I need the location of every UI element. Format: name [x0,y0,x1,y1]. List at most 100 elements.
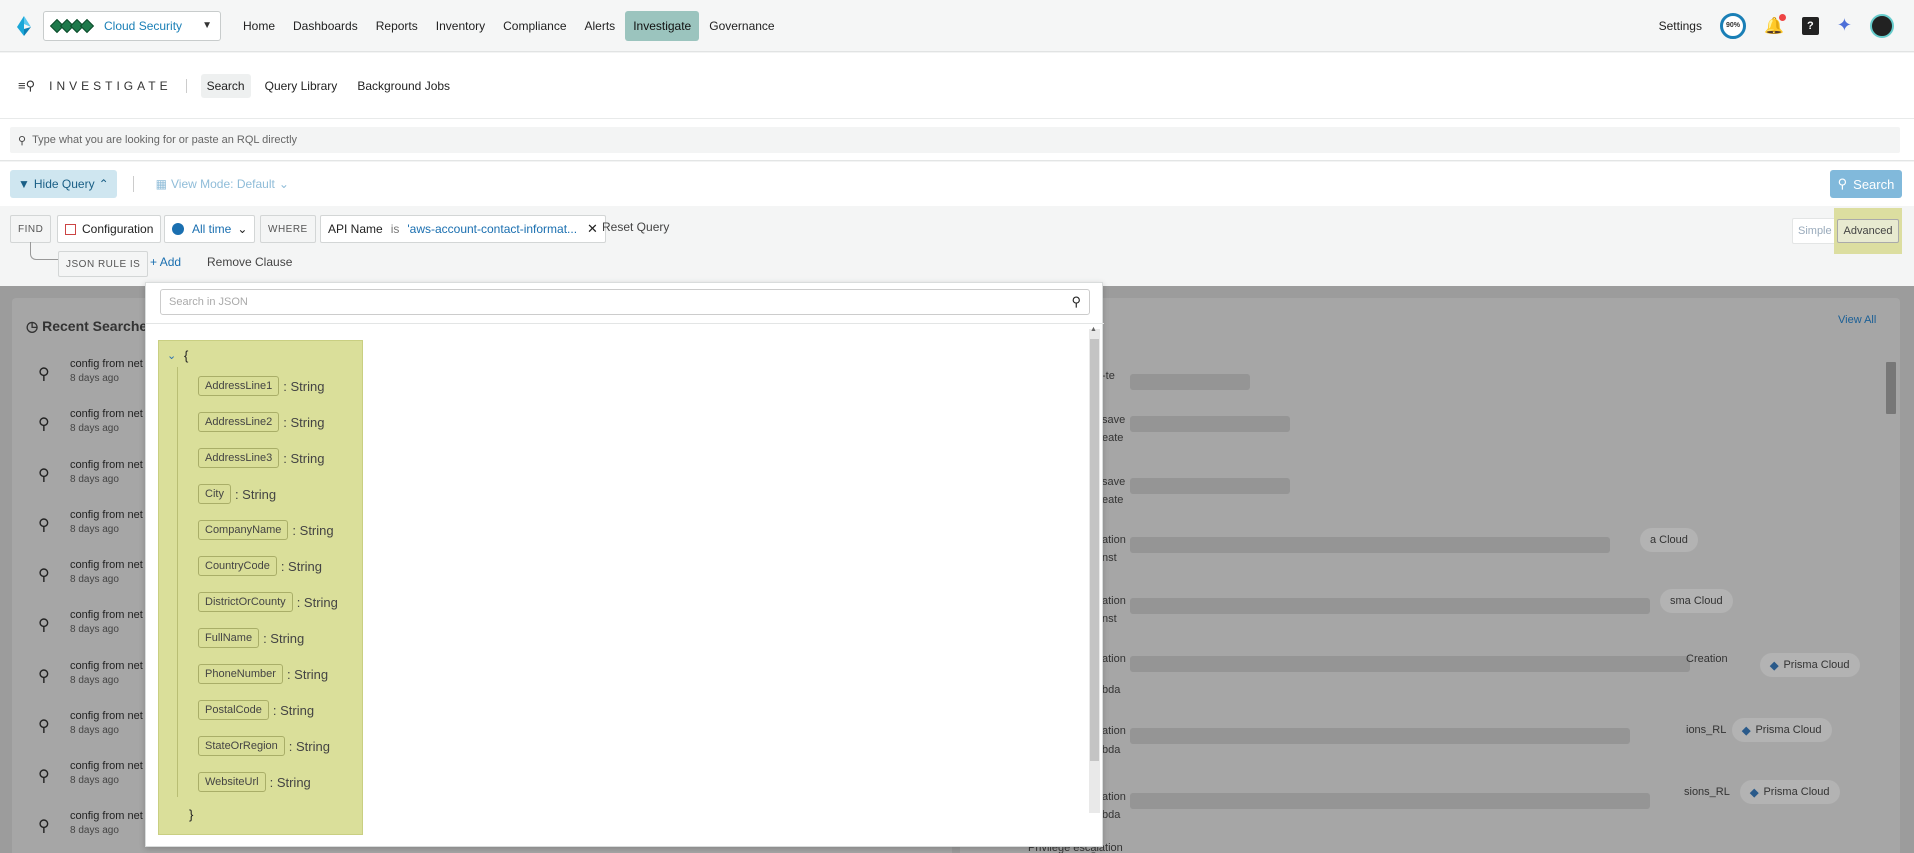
api-name-filter-chip[interactable]: API Name is 'aws-account-contact-informa… [320,215,606,243]
sparkle-icon[interactable]: ✦ [1837,15,1852,36]
view-all-link[interactable]: View All [1838,314,1876,326]
json-field-key[interactable]: AddressLine3 [198,448,280,468]
blurred-row [1130,598,1650,614]
search-button[interactable]: ⚲ Search [1830,170,1902,198]
list-item[interactable]: ⚲ config from net 8 days ago [30,559,150,599]
prisma-logo-icon: ◆ [1770,659,1779,672]
scrollbar[interactable] [1886,362,1896,414]
nav-home[interactable]: Home [235,11,283,41]
json-field-key[interactable]: CompanyName [198,520,289,540]
json-field-type: : String [272,702,315,718]
simple-mode-button[interactable]: Simple [1792,218,1838,244]
nav-compliance[interactable]: Compliance [495,11,574,41]
json-field[interactable]: PostalCode: String [198,692,314,728]
tab-query-library[interactable]: Query Library [259,74,344,98]
tab-search[interactable]: Search [200,73,251,98]
nav-reports[interactable]: Reports [368,11,426,41]
json-field[interactable]: AddressLine3: String [198,440,324,476]
list-item[interactable]: ⚲ config from net 8 days ago [30,810,150,850]
saved-fragment: sions_RL [1684,786,1730,798]
json-field-key[interactable]: StateOrRegion [198,736,285,756]
list-item[interactable]: ⚲ config from net 8 days ago [30,760,150,800]
view-mode-dropdown[interactable]: ▦ View Mode: Default ⌄ [156,177,289,191]
scrollbar-thumb[interactable] [1090,339,1099,761]
list-item[interactable]: ⚲ config from net 8 days ago [30,358,150,398]
nav-dashboards[interactable]: Dashboards [285,11,366,41]
json-field[interactable]: CountryCode: String [198,548,322,584]
settings-link[interactable]: Settings [1659,19,1702,33]
list-item[interactable]: ⚲ config from net 8 days ago [30,408,150,448]
nav-investigate[interactable]: Investigate [625,10,700,41]
list-item[interactable]: ⚲ config from net 8 days ago [30,609,150,649]
operator-label: is [390,222,400,236]
json-field-type: : String [288,738,330,754]
where-keyword: WHERE [260,215,316,243]
json-field[interactable]: City: String [198,476,276,512]
json-field-key[interactable]: AddressLine1 [198,376,280,396]
json-field-key[interactable]: DistrictOrCounty [198,592,293,612]
list-item[interactable]: ⚲ config from net 8 days ago [30,509,150,549]
saved-fragment: eate [1102,432,1124,444]
avatar[interactable] [1870,13,1894,38]
tab-background-jobs[interactable]: Background Jobs [351,74,456,98]
saved-fragment: ation [1102,653,1126,665]
list-item[interactable]: ⚲ config from net 8 days ago [30,459,150,499]
tenant-selector[interactable]: Cloud Security ▼ [43,10,221,41]
json-field[interactable]: DistrictOrCounty: String [198,584,338,620]
bell-icon[interactable]: 🔔 [1764,13,1786,36]
search-icon[interactable]: ⚲ [1071,294,1081,310]
advanced-mode-button[interactable]: Advanced [1836,219,1900,243]
json-search-input[interactable] [169,296,1072,308]
json-field[interactable]: AddressLine2: String [198,404,324,440]
json-tree: ⌄ { AddressLine1: String AddressLine2: S… [158,340,363,835]
time-range-chip[interactable]: All time ⌄ [164,215,256,243]
top-navigation: Cloud Security ▼ Home Dashboards Reports… [0,0,1914,52]
chevron-up-icon: ⌃ [98,177,109,191]
json-field-key[interactable]: FullName [198,628,260,648]
nav-inventory[interactable]: Inventory [428,11,493,41]
json-field-key[interactable]: CountryCode [198,556,277,576]
filter-icon: ▼ [18,177,30,191]
list-item[interactable]: ⚲ config from net 8 days ago [30,660,150,700]
json-field-type: : String [283,414,325,430]
json-field-key[interactable]: PhoneNumber [198,664,283,684]
nav-alerts[interactable]: Alerts [577,11,624,41]
remove-clause-button[interactable]: Remove Clause [207,255,292,269]
blurred-row [1130,478,1290,494]
saved-fragment: bda [1102,744,1121,756]
progress-ring[interactable]: 90% [1719,12,1746,39]
collapse-chevron-icon[interactable]: ⌄ [167,349,176,362]
json-field[interactable]: AddressLine1: String [198,368,324,404]
add-clause-button[interactable]: + Add [150,255,181,269]
json-field[interactable]: StateOrRegion: String [198,728,330,764]
configuration-chip[interactable]: Configuration [57,215,162,243]
json-field-key[interactable]: PostalCode [198,700,269,720]
prisma-logo-icon[interactable] [13,15,35,37]
json-field-key[interactable]: WebsiteUrl [198,772,266,792]
json-field-type: : String [280,558,323,574]
configuration-label: Configuration [82,222,154,236]
rql-input[interactable] [32,134,833,146]
json-field[interactable]: CompanyName: String [198,512,334,548]
json-field-key[interactable]: City [198,484,231,504]
reset-query-button[interactable]: Reset Query [602,220,669,234]
hide-query-button[interactable]: ▼ Hide Query ⌃ [10,170,117,198]
json-field-type: : String [292,522,334,538]
json-field-key[interactable]: AddressLine2 [198,412,280,432]
page-title: INVESTIGATE [49,78,187,93]
json-field-type: : String [263,630,305,646]
list-item[interactable]: ⚲ config from net 8 days ago [30,710,150,750]
nav-governance[interactable]: Governance [701,11,782,41]
close-icon[interactable]: ✕ [587,221,598,237]
help-book-icon[interactable]: ? [1801,16,1819,35]
menu-search-icon[interactable]: ≡⚲ [18,78,35,94]
json-field[interactable]: WebsiteUrl: String [198,764,311,800]
clause-connector [30,242,58,260]
json-field[interactable]: FullName: String [198,620,304,656]
blurred-row [1130,416,1290,432]
json-field[interactable]: PhoneNumber: String [198,656,328,692]
scroll-up-icon[interactable]: ▲ [1090,326,1097,333]
json-scrollbar[interactable]: ▲ ▼ [1089,326,1100,853]
configuration-icon [65,223,76,235]
source-badge: ◆ Prisma Cloud [1732,718,1832,742]
